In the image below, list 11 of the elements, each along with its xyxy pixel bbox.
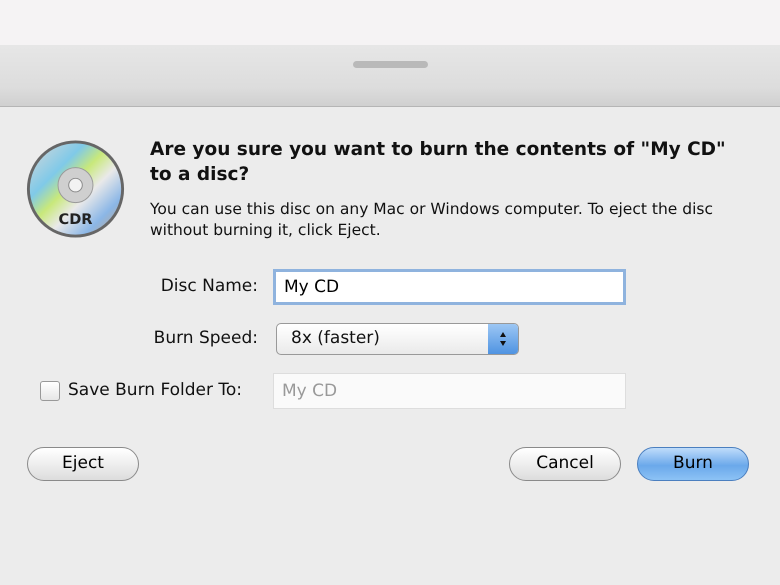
dialog-button[interactable]: Burn [637, 447, 749, 481]
dialog-button[interactable]: Eject [27, 447, 139, 481]
dialog-heading: Are you sure you want to burn the contents of "My CD" to a disc? [150, 138, 727, 187]
disc-name-field[interactable]: My CD [273, 269, 626, 305]
stepper-arrows-icon [499, 331, 507, 347]
field-label: Burn Speed: [154, 327, 258, 350]
burn-speed-dropdown[interactable]: 8x (faster) [276, 323, 519, 355]
dialog-message: You can use this disc on any Mac or Windows computer. To eject the disc without burning it, click Eject. [150, 199, 714, 241]
field-label: Save Burn Folder To: [68, 379, 242, 402]
dialog-button[interactable]: Cancel [509, 447, 621, 481]
field-label: Disc Name: [160, 275, 258, 298]
